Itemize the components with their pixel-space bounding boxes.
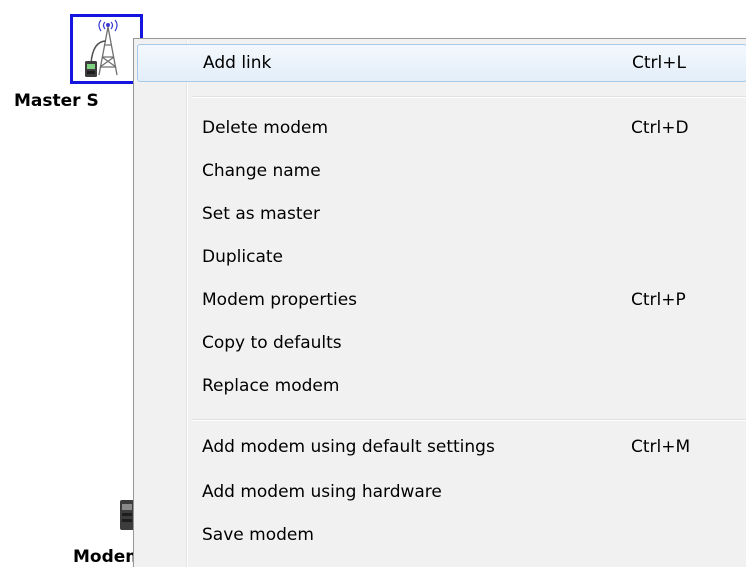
menu-item-duplicate[interactable]: Duplicate (137, 238, 746, 276)
menu-item-shortcut: Ctrl+P (631, 290, 686, 310)
menu-item-label: Copy to defaults (202, 333, 342, 353)
menu-item-change-name[interactable]: Change name (137, 152, 746, 190)
menu-item-add-modem-hardware[interactable]: Add modem using hardware (137, 473, 746, 511)
menu-item-label: Replace modem (202, 376, 340, 396)
menu-item-modem-properties[interactable]: Modem properties Ctrl+P (137, 281, 746, 319)
menu-separator (192, 419, 746, 421)
menu-item-label: Add modem using hardware (202, 482, 442, 502)
menu-item-set-as-master[interactable]: Set as master (137, 195, 746, 233)
modem-context-menu: Add link Ctrl+L Delete modem Ctrl+D Chan… (133, 38, 746, 567)
menu-item-label: Delete modem (202, 118, 329, 138)
menu-item-label: Modem properties (202, 290, 358, 310)
menu-item-label: Add modem using default settings (202, 437, 495, 457)
menu-item-label: Save modem (202, 525, 314, 545)
menu-item-shortcut: Ctrl+D (631, 118, 689, 138)
menu-separator (192, 96, 746, 98)
menu-item-add-link[interactable]: Add link Ctrl+L (137, 44, 746, 82)
menu-item-delete-modem[interactable]: Delete modem Ctrl+D (137, 109, 746, 147)
menu-item-save-modem[interactable]: Save modem (137, 516, 746, 554)
menu-item-shortcut: Ctrl+M (631, 437, 691, 457)
menu-item-copy-to-defaults[interactable]: Copy to defaults (137, 324, 746, 362)
menu-item-label: Set as master (202, 204, 320, 224)
menu-item-label: Add link (203, 53, 272, 73)
network-canvas[interactable]: Master S Modem 3 Add link Ctrl+L Delete … (0, 0, 746, 567)
master-station-label: Master S (14, 91, 99, 111)
menu-item-add-modem-default[interactable]: Add modem using default settings Ctrl+M (137, 428, 746, 466)
menu-item-label: Duplicate (202, 247, 283, 267)
menu-item-shortcut: Ctrl+L (632, 53, 686, 73)
menu-item-label: Change name (202, 161, 321, 181)
radio-tower-icon (85, 19, 118, 77)
menu-item-replace-modem[interactable]: Replace modem (137, 367, 746, 405)
